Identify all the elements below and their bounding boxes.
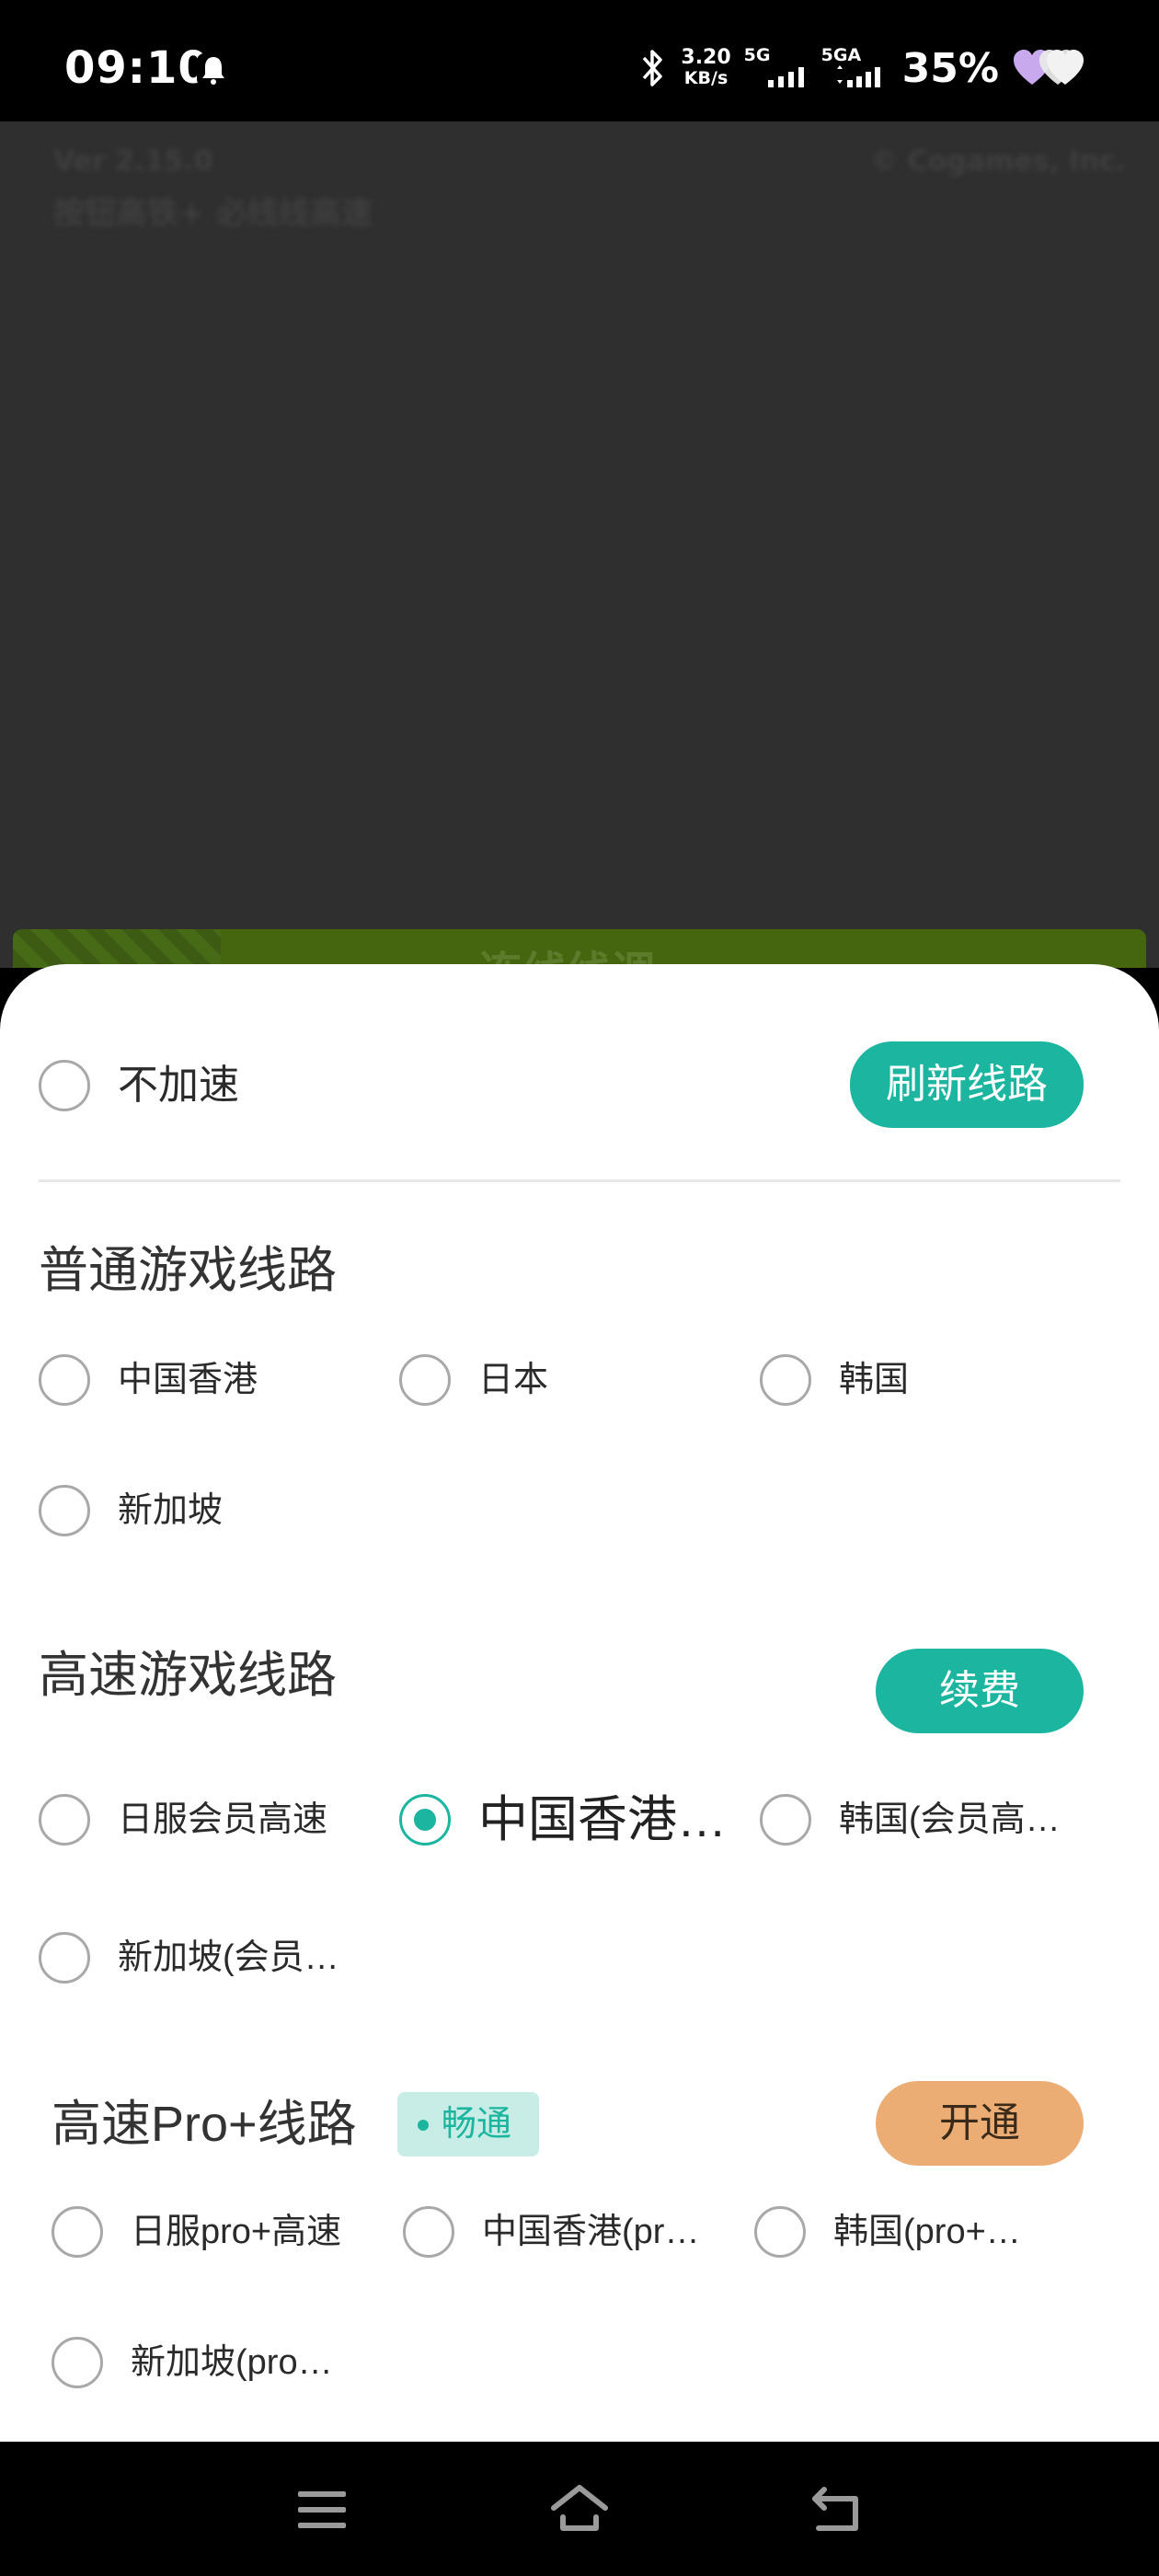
background-subtitle: 按钮高铁+ 必线线高速 xyxy=(53,195,373,232)
pro-line-radio[interactable] xyxy=(52,2206,103,2258)
pro-line-label[interactable]: 中国香港(pr… xyxy=(482,2206,699,2258)
normal-line-radio[interactable] xyxy=(399,1354,451,1406)
network-speed: 3.20 KB/s xyxy=(681,46,731,89)
pro-line-label[interactable]: 韩国(pro+… xyxy=(833,2206,1021,2258)
background-copyright: © Cogames, Inc. xyxy=(870,145,1126,178)
background-version: Ver 2.15.0 xyxy=(53,145,213,178)
signal-icon xyxy=(836,65,880,87)
line-status-text: 畅通 xyxy=(442,2105,512,2144)
open-pro-button[interactable]: 开通 xyxy=(876,2081,1084,2166)
navigation-bar xyxy=(0,2442,1159,2576)
battery-percent: 35% xyxy=(901,44,999,92)
sim2-label: 5GA xyxy=(820,45,862,65)
fast-line-radio-selected[interactable] xyxy=(399,1794,451,1846)
pro-line-label[interactable]: 日服pro+高速 xyxy=(131,2206,341,2258)
divider xyxy=(39,1179,1120,1182)
fast-line-radio[interactable] xyxy=(39,1932,90,1984)
fast-line-label[interactable]: 新加坡(会员… xyxy=(118,1932,339,1984)
status-indicators: 3.20 KB/s 5G 5GA 35% xyxy=(637,40,1085,96)
fast-lines-title: 高速游戏线路 xyxy=(39,1648,337,1703)
normal-line-radio[interactable] xyxy=(39,1485,90,1536)
background-banner-text: 连线线调 xyxy=(478,937,655,968)
bell-icon xyxy=(197,53,230,86)
bluetooth-icon xyxy=(643,50,663,86)
normal-line-radio[interactable] xyxy=(760,1354,811,1406)
fast-line-radio[interactable] xyxy=(39,1794,90,1846)
fast-line-label[interactable]: 韩国(会员高… xyxy=(839,1794,1061,1846)
heart-battery-icon xyxy=(1014,50,1084,85)
normal-line-label[interactable]: 新加坡 xyxy=(118,1485,223,1536)
menu-icon[interactable] xyxy=(293,2480,351,2539)
network-speed-unit: KB/s xyxy=(683,68,729,88)
no-accel-label[interactable]: 不加速 xyxy=(118,1060,239,1111)
status-time: 09:10 xyxy=(64,42,210,94)
pro-line-radio[interactable] xyxy=(403,2206,454,2258)
normal-line-label[interactable]: 日本 xyxy=(478,1354,548,1406)
back-icon[interactable] xyxy=(808,2480,866,2539)
network-speed-value: 3.20 xyxy=(681,46,731,69)
pro-line-radio[interactable] xyxy=(52,2337,103,2388)
pro-lines-title: 高速Pro+线路 xyxy=(52,2097,357,2152)
background-banner-fill xyxy=(221,929,1146,968)
pro-line-label[interactable]: 新加坡(pro… xyxy=(131,2337,333,2388)
line-status-tag: 畅通 xyxy=(397,2092,539,2156)
signal-icon xyxy=(767,67,804,87)
home-icon[interactable] xyxy=(550,2480,609,2539)
sim2-signal: 5GA xyxy=(821,45,886,91)
normal-line-label[interactable]: 韩国 xyxy=(839,1354,909,1406)
no-accel-radio[interactable] xyxy=(39,1060,90,1111)
status-dot-icon xyxy=(418,2120,429,2131)
background-app-overlay[interactable]: Ver 2.15.0 按钮高铁+ 必线线高速 © Cogames, Inc. 连… xyxy=(0,121,1159,968)
normal-line-radio[interactable] xyxy=(39,1354,90,1406)
status-bar: 09:10 3.20 KB/s 5G 5GA 35% xyxy=(0,0,1159,121)
renew-button[interactable]: 续费 xyxy=(876,1649,1084,1733)
sim1-label: 5G xyxy=(743,45,771,65)
pro-line-radio[interactable] xyxy=(754,2206,806,2258)
normal-lines-title: 普通游戏线路 xyxy=(39,1243,337,1298)
fast-line-label[interactable]: 日服会员高速 xyxy=(118,1794,327,1846)
normal-line-label[interactable]: 中国香港 xyxy=(118,1354,258,1406)
fast-line-radio[interactable] xyxy=(760,1794,811,1846)
refresh-lines-button[interactable]: 刷新线路 xyxy=(850,1041,1084,1128)
sim1-signal: 5G xyxy=(744,45,809,91)
fast-line-label-selected[interactable]: 中国香港… xyxy=(478,1794,727,1846)
